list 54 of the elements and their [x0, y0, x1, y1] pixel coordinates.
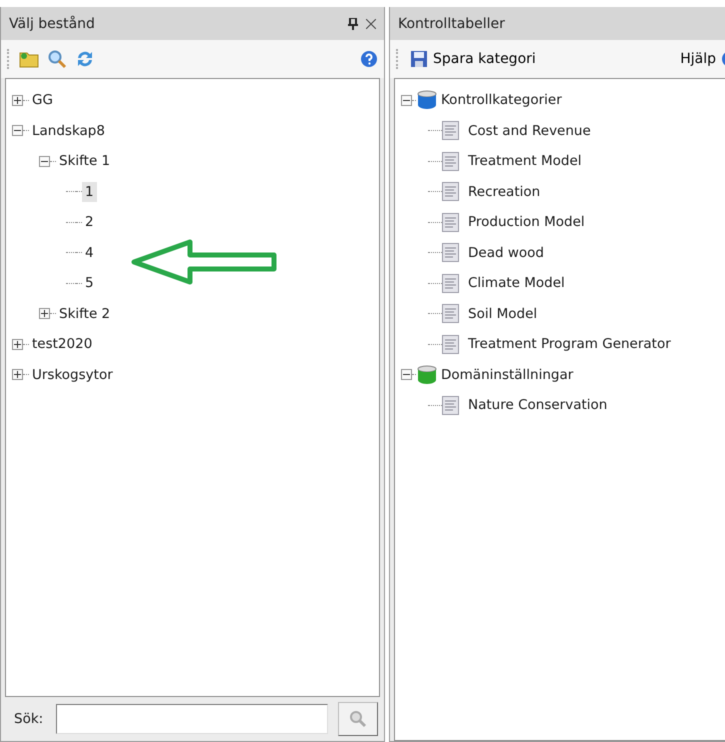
- tree-item[interactable]: GG: [29, 90, 56, 110]
- search-field[interactable]: [56, 704, 328, 734]
- document-icon: [442, 243, 459, 262]
- expand-icon[interactable]: [12, 369, 23, 380]
- tree-item[interactable]: 2: [82, 212, 97, 232]
- tree-item[interactable]: Climate Model: [465, 273, 568, 294]
- tree-item[interactable]: Skifte 1: [56, 151, 114, 172]
- document-icon: [442, 152, 459, 171]
- document-icon: [442, 121, 459, 140]
- tree-item[interactable]: Skifte 2: [56, 304, 114, 324]
- document-icon: [442, 182, 459, 202]
- save-category-button[interactable]: Spara kategori: [408, 48, 538, 70]
- help-icon[interactable]: [360, 50, 378, 68]
- tree-item[interactable]: Recreation: [465, 182, 544, 202]
- document-icon: [442, 396, 459, 415]
- tree-item[interactable]: Treatment Model: [465, 151, 585, 172]
- tree-item[interactable]: Soil Model: [465, 304, 540, 324]
- tree-item[interactable]: Landskap8: [29, 120, 108, 141]
- tree-item[interactable]: Treatment Program Generator: [465, 334, 674, 354]
- tree-item[interactable]: 4: [82, 242, 97, 263]
- expand-icon[interactable]: [12, 94, 23, 106]
- tree-item[interactable]: Production Model: [465, 212, 588, 232]
- search-label: Sök:: [13, 710, 44, 729]
- document-icon: [442, 274, 459, 293]
- collapse-icon[interactable]: [401, 94, 412, 106]
- tree-item[interactable]: 5: [82, 273, 97, 294]
- panel-title: Kontrolltabeller: [398, 16, 506, 32]
- expand-icon[interactable]: [39, 308, 50, 320]
- collapse-icon[interactable]: [401, 369, 412, 380]
- panel-title: Välj bestånd: [9, 16, 96, 32]
- expand-icon[interactable]: [12, 338, 23, 350]
- search-icon: [349, 710, 367, 728]
- document-icon: [442, 212, 459, 232]
- document-icon: [442, 304, 459, 324]
- search-button[interactable]: [338, 702, 378, 736]
- collapse-icon[interactable]: [12, 125, 23, 136]
- database-icon: [416, 90, 438, 110]
- refresh-icon[interactable]: [75, 49, 95, 69]
- help-button[interactable]: Hjälp: [678, 48, 725, 70]
- tree-item[interactable]: Nature Conservation: [465, 395, 610, 416]
- tree-item[interactable]: Dead wood: [465, 242, 547, 263]
- tree-item[interactable]: Urskogsytor: [29, 364, 116, 385]
- tree-item[interactable]: test2020: [29, 334, 96, 354]
- folder-icon[interactable]: [19, 50, 39, 68]
- tree-item[interactable]: 1: [82, 182, 97, 202]
- collapse-icon[interactable]: [39, 156, 50, 167]
- close-icon[interactable]: [366, 18, 376, 28]
- tree-item[interactable]: Domäninställningar: [438, 364, 576, 385]
- pin-icon[interactable]: [348, 18, 358, 30]
- search-icon[interactable]: [47, 49, 67, 69]
- tree-item[interactable]: Kontrollkategorier: [438, 90, 565, 110]
- document-icon: [442, 334, 459, 354]
- tree-item[interactable]: Cost and Revenue: [465, 120, 594, 141]
- database-icon: [416, 364, 438, 385]
